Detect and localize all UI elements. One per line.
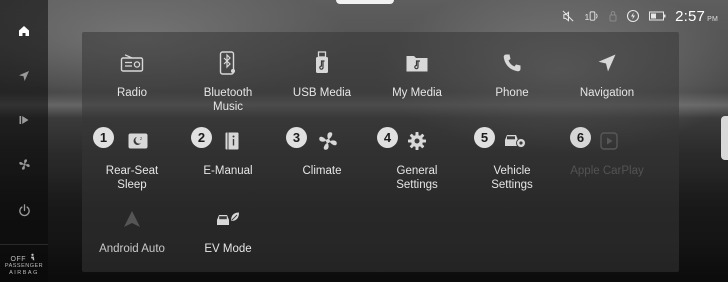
airbag-state: OFF — [10, 256, 27, 263]
app-phone[interactable]: Phone — [462, 40, 562, 110]
app-label: Vehicle Settings — [491, 165, 533, 191]
left-rail: OFF PASSENGER AIRBAG — [0, 0, 48, 282]
usb-media-icon — [314, 51, 330, 74]
app-my-media[interactable]: My Media — [367, 40, 467, 110]
airbag-label-line2: AIRBAG — [9, 270, 39, 276]
app-label: Climate — [302, 165, 342, 177]
app-android-auto[interactable]: Android Auto — [82, 196, 182, 266]
home-icon — [19, 26, 29, 36]
app-label: EV Mode — [204, 243, 252, 255]
phone-icon — [502, 52, 522, 74]
power-icon — [18, 203, 30, 216]
fan-icon — [18, 158, 30, 170]
app-label: Bluetooth Music — [203, 87, 253, 113]
charging-status-icon — [626, 9, 640, 23]
shortcut-number-badge: 4 — [377, 127, 398, 148]
climate-rail-button[interactable] — [0, 149, 48, 179]
clock-time: 2:57 — [675, 7, 706, 25]
radio-icon — [120, 52, 144, 74]
clock-ampm: PM — [707, 15, 718, 23]
app-label: Navigation — [579, 87, 635, 99]
car-settings-icon — [503, 130, 527, 152]
android-auto-icon — [122, 208, 142, 230]
app-usb-media[interactable]: USB Media — [272, 40, 372, 110]
shortcut-number-badge: 5 — [474, 127, 495, 148]
power-button[interactable] — [0, 195, 48, 225]
shortcut-number-badge: 6 — [570, 127, 591, 148]
app-rear-seat-sleep[interactable]: 1 z Rear-Seat Sleep — [82, 118, 182, 191]
home-button[interactable] — [0, 16, 48, 46]
app-label: Apple CarPlay — [570, 165, 644, 177]
mute-icon — [562, 10, 575, 23]
book-icon — [224, 130, 240, 152]
app-apple-carplay[interactable]: 6 Apple CarPlay — [557, 118, 657, 188]
app-ev-mode[interactable]: EV Mode — [178, 196, 278, 266]
app-bluetooth-music[interactable]: Bluetooth Music — [178, 40, 278, 113]
airbag-label-line1: PASSENGER — [4, 263, 44, 269]
carplay-icon — [600, 130, 618, 152]
app-label: My Media — [392, 87, 442, 99]
bluetooth-music-icon — [219, 51, 237, 75]
navigation-icon — [597, 52, 617, 74]
airbag-seat-icon — [31, 253, 35, 261]
shortcut-number-badge: 3 — [286, 127, 307, 148]
app-label: Android Auto — [99, 243, 165, 255]
app-radio[interactable]: Radio — [82, 40, 182, 110]
sleep-icon: z — [127, 130, 149, 152]
app-general-settings[interactable]: 4 General Settings — [367, 118, 467, 191]
app-label: E-Manual — [203, 165, 253, 177]
app-label: General Settings — [396, 165, 438, 191]
ev-mode-icon — [216, 208, 240, 230]
svg-text:1: 1 — [585, 12, 590, 22]
gear-icon — [407, 130, 427, 152]
app-label: Radio — [116, 87, 148, 99]
folder-music-icon — [405, 52, 429, 74]
wireless-phone-icon: 1 — [584, 10, 600, 23]
clock: 2:57 PM — [675, 8, 718, 25]
app-label: Phone — [495, 87, 529, 99]
app-grid-panel: Radio Bluetooth Music USB Media My Media… — [82, 32, 679, 272]
fan-icon — [317, 130, 339, 152]
shortcut-number-badge: 1 — [93, 127, 114, 148]
app-navigation[interactable]: Navigation — [557, 40, 657, 110]
passenger-airbag-indicator: OFF PASSENGER AIRBAG — [0, 244, 48, 282]
status-bar: 1 2:57 PM — [562, 6, 718, 26]
media-rail-button[interactable] — [0, 105, 48, 135]
right-edge-handle[interactable] — [721, 116, 728, 160]
top-notch — [336, 0, 394, 4]
app-vehicle-settings[interactable]: 5 Vehicle Settings — [462, 118, 562, 191]
media-play-icon — [19, 116, 29, 124]
app-e-manual[interactable]: 2 E-Manual — [178, 118, 278, 188]
navigation-rail-button[interactable] — [0, 61, 48, 91]
navigation-arrow-icon — [19, 71, 29, 81]
app-label: USB Media — [292, 87, 352, 99]
app-climate[interactable]: 3 Climate — [272, 118, 372, 188]
battery-icon — [649, 11, 666, 21]
lock-icon — [609, 10, 617, 22]
shortcut-number-badge: 2 — [191, 127, 212, 148]
app-label: Rear-Seat Sleep — [105, 165, 159, 191]
